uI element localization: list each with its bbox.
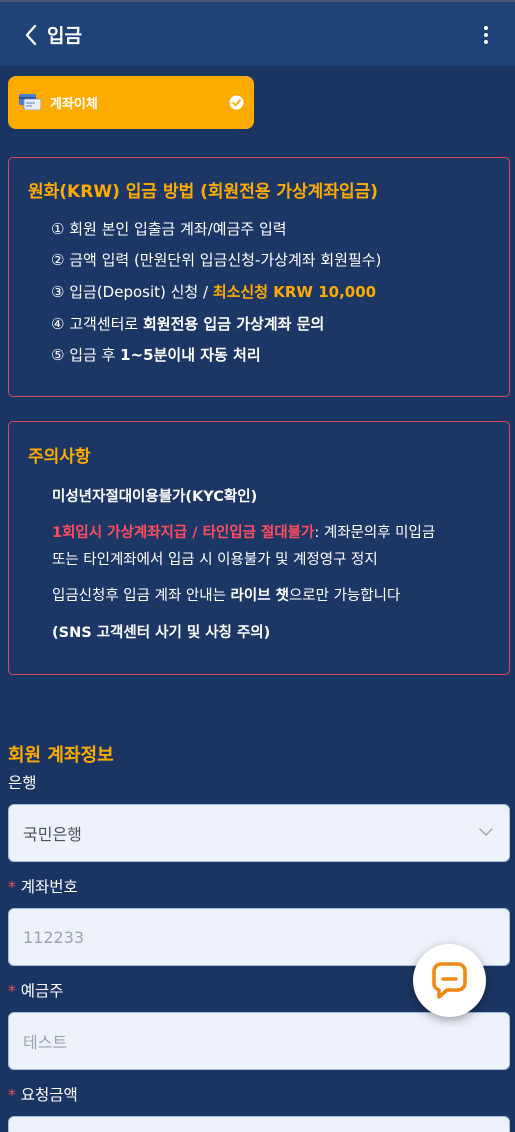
account-number-label: * 계좌번호: [8, 878, 78, 896]
account-number-placeholder: 112233: [23, 927, 85, 947]
step-1: ① 회원 본인 입출금 계좌/예금주 입력: [51, 220, 287, 238]
step-4: ④ 고객센터로 회원전용 입금 가상계좌 문의: [51, 315, 325, 333]
required-mark: *: [8, 982, 16, 1000]
minimum-amount-text: 최소신청 KRW 10,000: [212, 283, 377, 301]
payment-method-label: 계좌이체: [50, 97, 98, 112]
back-button[interactable]: [22, 22, 42, 48]
request-amount-label: * 요청금액: [8, 1086, 78, 1104]
chevron-down-icon: [479, 828, 493, 836]
account-holder-placeholder: 테스트: [23, 1033, 68, 1052]
step-2: ② 금액 입력 (만원단위 입금신청-가상계좌 회원필수): [51, 251, 382, 269]
more-vertical-icon: [484, 26, 488, 44]
deposit-method-title: 원화(KRW) 입금 방법 (회원전용 가상계좌입금): [28, 182, 379, 202]
chevron-left-icon: [25, 24, 37, 46]
caution-title: 주의사항: [28, 447, 91, 467]
caution-line-2: 1회입시 가상계좌지급 / 타인입금 절대불가: 계좌문의후 미입금: [52, 525, 436, 541]
bank-label: 은행: [8, 774, 37, 792]
caution-line-3: 또는 타인계좌에서 입금 시 이용불가 및 계정영구 정지: [52, 552, 378, 568]
more-menu-button[interactable]: [481, 24, 491, 46]
account-holder-label: * 예금주: [8, 982, 64, 1000]
caution-sns-warning: (SNS 고객센터 사기 및 사칭 주의): [52, 625, 271, 641]
request-amount-input[interactable]: [8, 1116, 510, 1132]
required-mark: *: [8, 1086, 16, 1104]
live-chat-button[interactable]: [413, 944, 486, 1017]
bank-card-icon: [19, 94, 41, 110]
check-circle-icon: [229, 95, 244, 110]
deposit-page: 입금 계좌이체 원화(KRW) 입금 방법 (회원전용 가상계좌입금) ① 회원…: [0, 0, 515, 1132]
bank-selected-value: 국민은행: [23, 825, 82, 844]
payment-method-bank-transfer[interactable]: 계좌이체: [8, 76, 254, 129]
caution-minor-warning: 미성년자절대이용불가(KYC확인): [52, 489, 258, 505]
app-header: 입금: [0, 0, 515, 66]
required-mark: *: [8, 878, 16, 896]
caution-box: 주의사항 미성년자절대이용불가(KYC확인) 1회입시 가상계좌지급 / 타인입…: [8, 421, 510, 675]
deposit-method-box: 원화(KRW) 입금 방법 (회원전용 가상계좌입금) ① 회원 본인 입출금 …: [8, 157, 510, 397]
account-holder-input[interactable]: 테스트: [8, 1012, 510, 1070]
caution-line-4: 입금신청후 입금 계좌 안내는 라이브 챗으로만 가능합니다: [52, 588, 401, 604]
bank-select[interactable]: 국민은행: [8, 804, 510, 862]
step-5: ⑤ 입금 후 1~5분이내 자동 처리: [51, 346, 261, 364]
step-3: ③ 입금(Deposit) 신청 / 최소신청 KRW 10,000: [51, 283, 377, 301]
chat-bubble-icon: [432, 962, 467, 999]
page-title: 입금: [47, 25, 82, 47]
account-info-title: 회원 계좌정보: [8, 745, 114, 766]
